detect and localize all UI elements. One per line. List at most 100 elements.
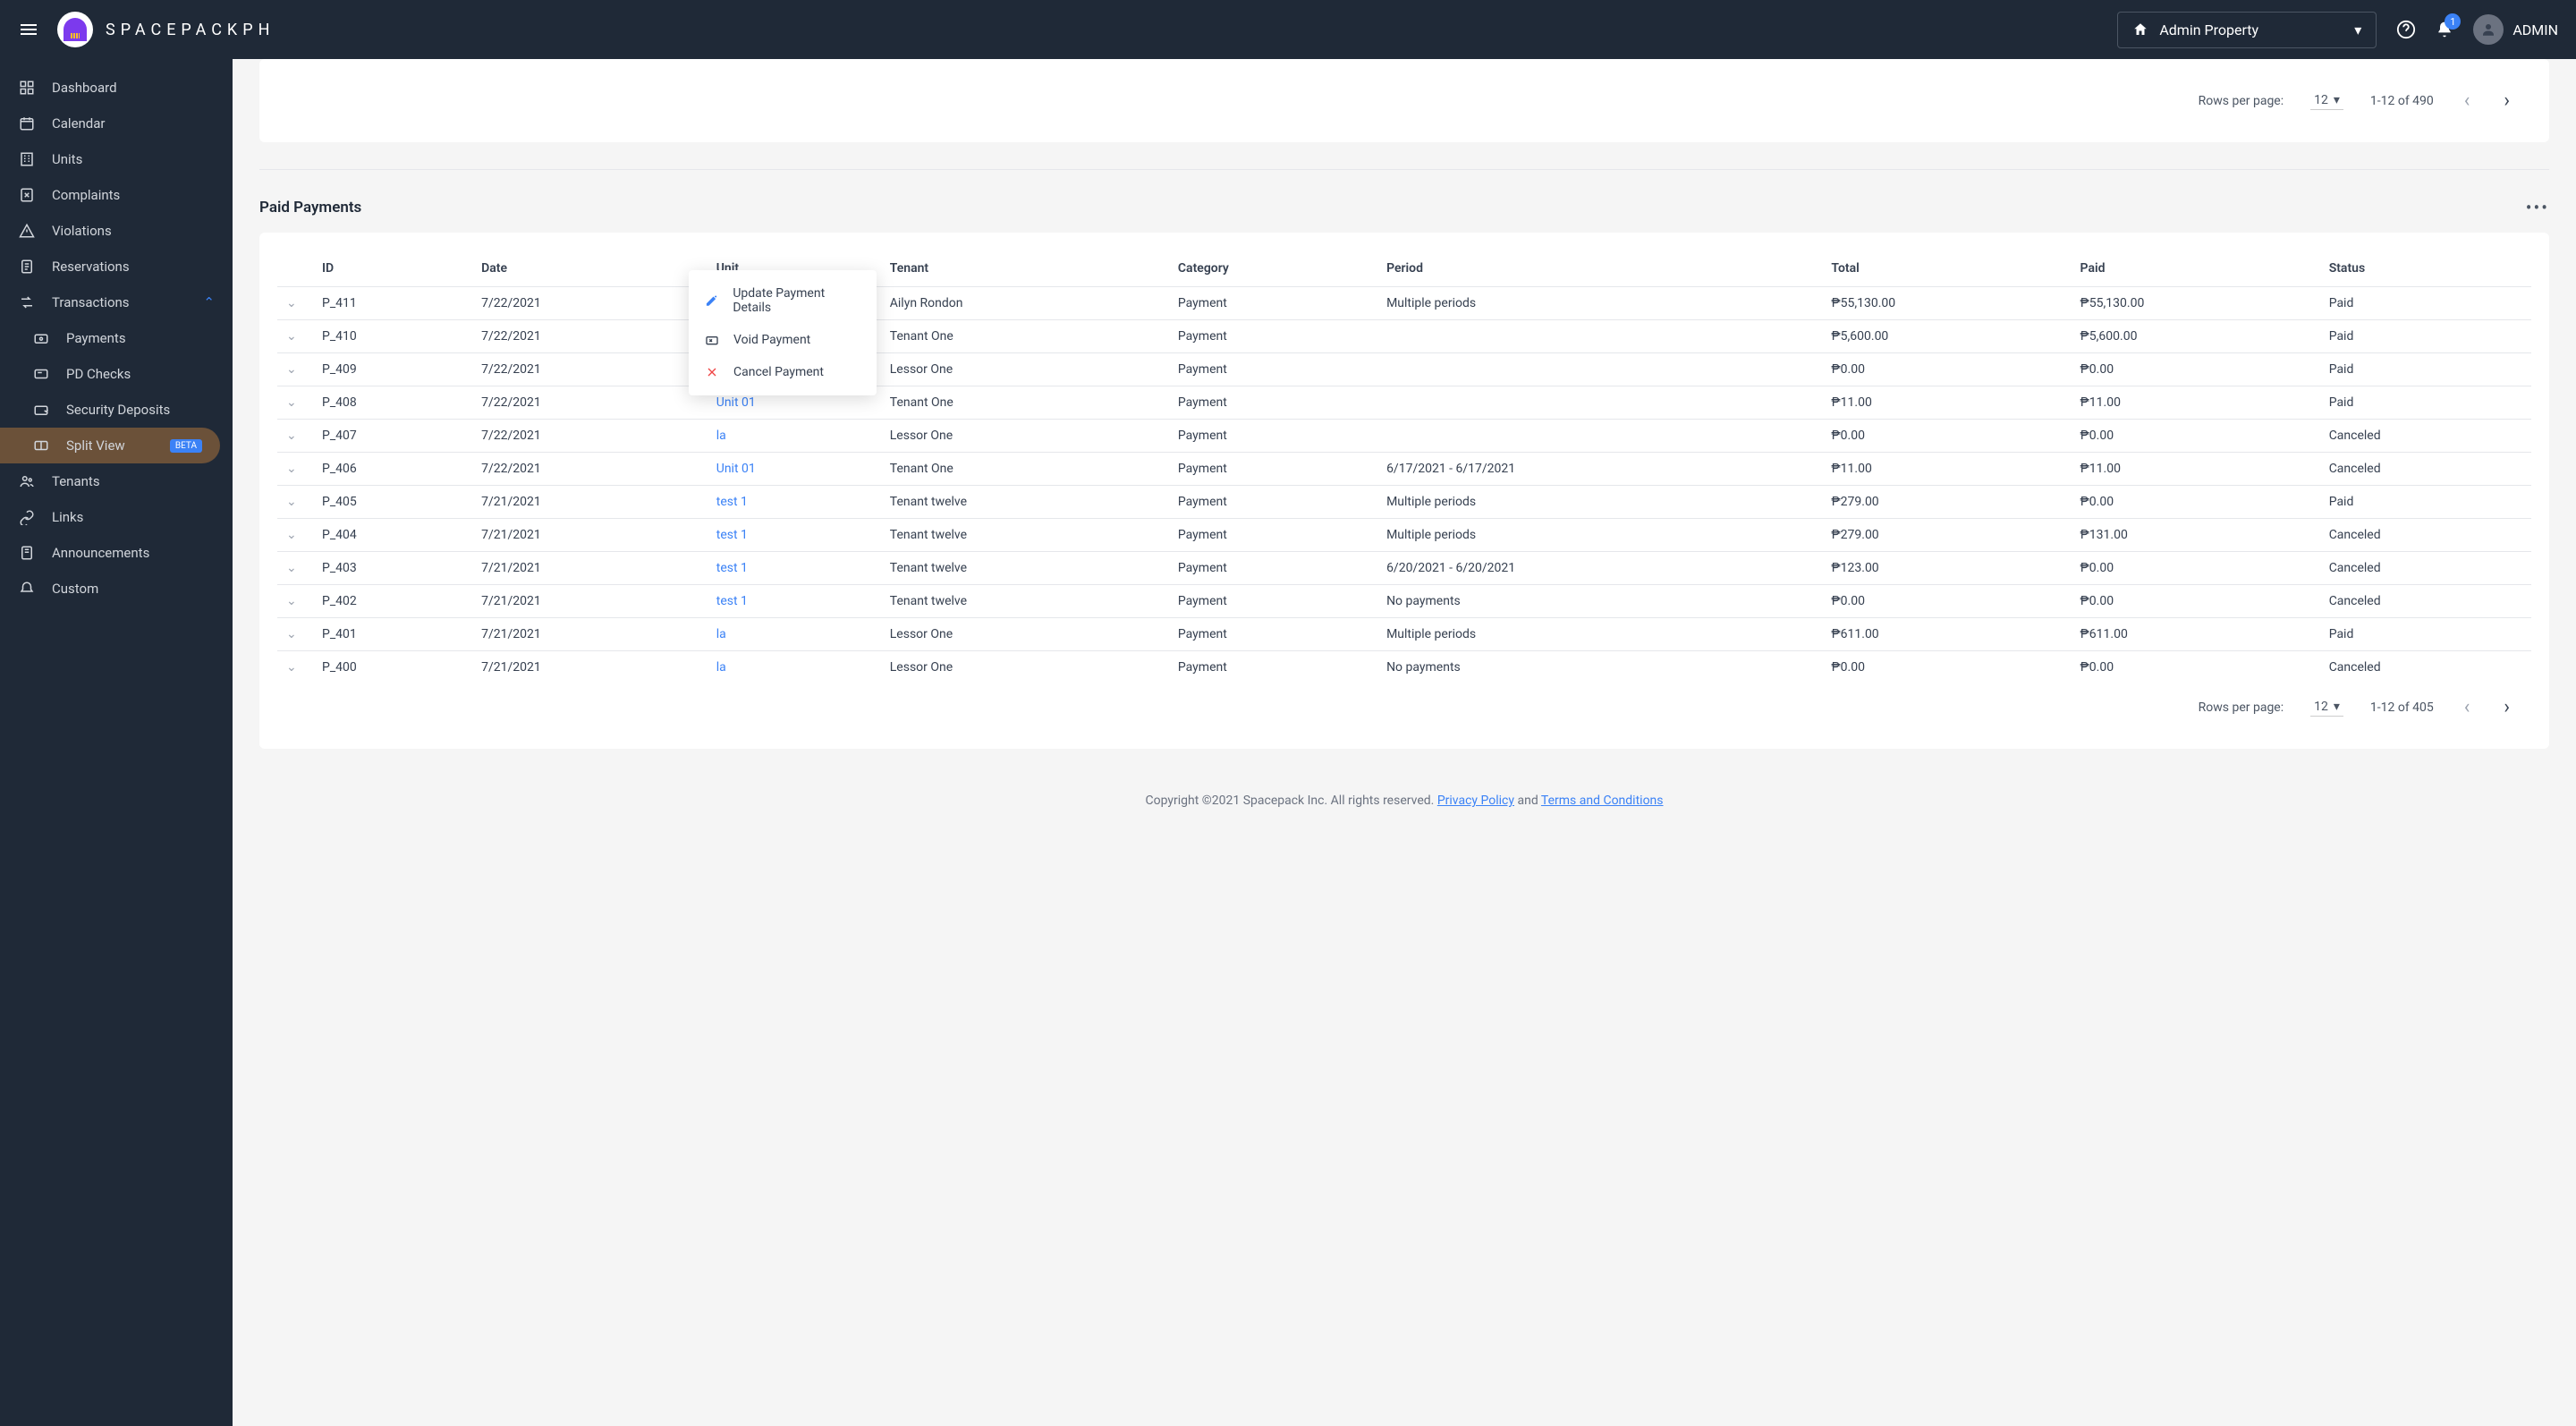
sidebar-item-announcements[interactable]: Announcements bbox=[0, 535, 233, 571]
table-row: ⌄P_4097/22/2021laLessor OnePayment₱0.00₱… bbox=[277, 353, 2531, 386]
cell-paid: ₱0.00 bbox=[2072, 420, 2320, 453]
top-pagination-card: Rows per page: 12 ▾ 1-12 of 490 ‹ › bbox=[259, 59, 2549, 142]
cell-category: Payment bbox=[1169, 585, 1377, 618]
expand-row-button[interactable]: ⌄ bbox=[277, 420, 313, 453]
menu-void-payment[interactable]: Void Payment bbox=[689, 324, 877, 356]
unit-link[interactable]: Unit 01 bbox=[716, 395, 756, 410]
cell-tenant: Ailyn Rondon bbox=[881, 287, 1169, 320]
cell-period: No payments bbox=[1377, 651, 1822, 684]
expand-row-button[interactable]: ⌄ bbox=[277, 552, 313, 585]
footer: Copyright ©2021 Spacepack Inc. All right… bbox=[259, 776, 2549, 826]
unit-link[interactable]: test 1 bbox=[716, 594, 748, 608]
unit-link[interactable]: la bbox=[716, 627, 726, 641]
next-page-button[interactable]: › bbox=[2500, 86, 2513, 115]
menu-cancel-payment[interactable]: Cancel Payment bbox=[689, 356, 877, 388]
hamburger-icon bbox=[18, 19, 39, 40]
cell-date: 7/22/2021 bbox=[472, 453, 708, 486]
user-menu[interactable]: ADMIN bbox=[2473, 14, 2558, 45]
prev-page-button[interactable]: ‹ bbox=[2461, 692, 2474, 722]
expand-row-button[interactable]: ⌄ bbox=[277, 486, 313, 519]
prev-page-button[interactable]: ‹ bbox=[2461, 86, 2474, 115]
table-row: ⌄P_4027/21/2021test 1Tenant twelvePaymen… bbox=[277, 585, 2531, 618]
brand-logo[interactable]: SPACEPACKPH bbox=[57, 12, 275, 47]
expand-row-button[interactable]: ⌄ bbox=[277, 651, 313, 684]
cell-id: P_410 bbox=[313, 320, 472, 353]
sidebar-item-custom[interactable]: Custom bbox=[0, 571, 233, 607]
sidebar-item-tenants[interactable]: Tenants bbox=[0, 463, 233, 499]
unit-link[interactable]: test 1 bbox=[716, 528, 748, 542]
sidebar-item-security-deposits[interactable]: Security Deposits bbox=[0, 392, 233, 428]
unit-link[interactable]: la bbox=[716, 660, 726, 675]
expand-row-button[interactable]: ⌄ bbox=[277, 287, 313, 320]
sidebar-item-links[interactable]: Links bbox=[0, 499, 233, 535]
cell-total: ₱55,130.00 bbox=[1822, 287, 2071, 320]
table-row: ⌄P_4087/22/2021Unit 01Tenant OnePayment₱… bbox=[277, 386, 2531, 420]
sidebar-item-payments[interactable]: Payments bbox=[0, 320, 233, 356]
cell-tenant: Tenant twelve bbox=[881, 486, 1169, 519]
cell-category: Payment bbox=[1169, 651, 1377, 684]
unit-link[interactable]: test 1 bbox=[716, 495, 748, 509]
cell-date: 7/21/2021 bbox=[472, 585, 708, 618]
sidebar-item-pdchecks[interactable]: PD Checks bbox=[0, 356, 233, 392]
sidebar-item-label: Calendar bbox=[52, 115, 106, 132]
menu-update-payment[interactable]: Update Payment Details bbox=[689, 277, 877, 324]
cell-paid: ₱0.00 bbox=[2072, 353, 2320, 386]
next-page-button[interactable]: › bbox=[2500, 692, 2513, 722]
cell-tenant: Tenant twelve bbox=[881, 585, 1169, 618]
sidebar-item-transactions[interactable]: Transactions⌃ bbox=[0, 284, 233, 320]
expand-row-button[interactable]: ⌄ bbox=[277, 519, 313, 552]
property-selector[interactable]: Admin Property ▾ bbox=[2117, 12, 2377, 48]
privacy-link[interactable]: Privacy Policy bbox=[1437, 794, 1514, 808]
col-total: Total bbox=[1822, 250, 2071, 287]
cell-unit: Unit 01 bbox=[708, 453, 881, 486]
expand-row-button[interactable]: ⌄ bbox=[277, 453, 313, 486]
cell-period: No payments bbox=[1377, 585, 1822, 618]
unit-link[interactable]: la bbox=[716, 429, 726, 443]
unit-link[interactable]: test 1 bbox=[716, 561, 748, 575]
sidebar-item-dashboard[interactable]: Dashboard bbox=[0, 70, 233, 106]
sidebar-item-label: Links bbox=[52, 509, 83, 525]
sidebar-item-violations[interactable]: Violations bbox=[0, 213, 233, 249]
cell-total: ₱0.00 bbox=[1822, 420, 2071, 453]
cell-id: P_407 bbox=[313, 420, 472, 453]
cell-total: ₱123.00 bbox=[1822, 552, 2071, 585]
cell-period: Multiple periods bbox=[1377, 486, 1822, 519]
sidebar-item-calendar[interactable]: Calendar bbox=[0, 106, 233, 141]
table-row: ⌄P_4017/21/2021laLessor OnePaymentMultip… bbox=[277, 618, 2531, 651]
col-paid: Paid bbox=[2072, 250, 2320, 287]
cell-category: Payment bbox=[1169, 486, 1377, 519]
section-more-button[interactable]: ••• bbox=[2526, 197, 2549, 218]
cell-tenant: Tenant twelve bbox=[881, 519, 1169, 552]
cell-paid: ₱5,600.00 bbox=[2072, 320, 2320, 353]
menu-toggle-button[interactable] bbox=[18, 19, 39, 40]
help-button[interactable] bbox=[2396, 20, 2416, 39]
expand-row-button[interactable]: ⌄ bbox=[277, 320, 313, 353]
rows-per-page-select[interactable]: 12 ▾ bbox=[2310, 91, 2343, 110]
sidebar-item-complaints[interactable]: Complaints bbox=[0, 177, 233, 213]
sidebar-item-reservations[interactable]: Reservations bbox=[0, 249, 233, 284]
col-status: Status bbox=[2320, 250, 2531, 287]
sidebar-item-units[interactable]: Units bbox=[0, 141, 233, 177]
expand-row-button[interactable]: ⌄ bbox=[277, 386, 313, 420]
cell-total: ₱11.00 bbox=[1822, 453, 2071, 486]
close-icon bbox=[705, 365, 719, 379]
rows-per-page-label: Rows per page: bbox=[2199, 700, 2284, 715]
table-row: ⌄P_4047/21/2021test 1Tenant twelvePaymen… bbox=[277, 519, 2531, 552]
cell-period: Multiple periods bbox=[1377, 618, 1822, 651]
cell-date: 7/22/2021 bbox=[472, 287, 708, 320]
sidebar-item-label: Complaints bbox=[52, 187, 120, 203]
expand-row-button[interactable]: ⌄ bbox=[277, 618, 313, 651]
notifications-button[interactable]: 1 bbox=[2436, 21, 2453, 38]
cell-date: 7/21/2021 bbox=[472, 618, 708, 651]
expand-row-button[interactable]: ⌄ bbox=[277, 585, 313, 618]
expand-row-button[interactable]: ⌄ bbox=[277, 353, 313, 386]
pagination-bottom: Rows per page: 12 ▾ 1-12 of 405 ‹ › bbox=[277, 683, 2531, 731]
table-header-row: ID Date Unit Tenant Category Period Tota… bbox=[277, 250, 2531, 287]
sidebar-item-split-view[interactable]: Split ViewBETA bbox=[0, 428, 220, 463]
cell-status: Paid bbox=[2320, 618, 2531, 651]
rows-per-page-select[interactable]: 12 ▾ bbox=[2310, 698, 2343, 717]
unit-link[interactable]: Unit 01 bbox=[716, 462, 756, 476]
cell-paid: ₱0.00 bbox=[2072, 585, 2320, 618]
cell-total: ₱11.00 bbox=[1822, 386, 2071, 420]
terms-link[interactable]: Terms and Conditions bbox=[1541, 794, 1664, 808]
